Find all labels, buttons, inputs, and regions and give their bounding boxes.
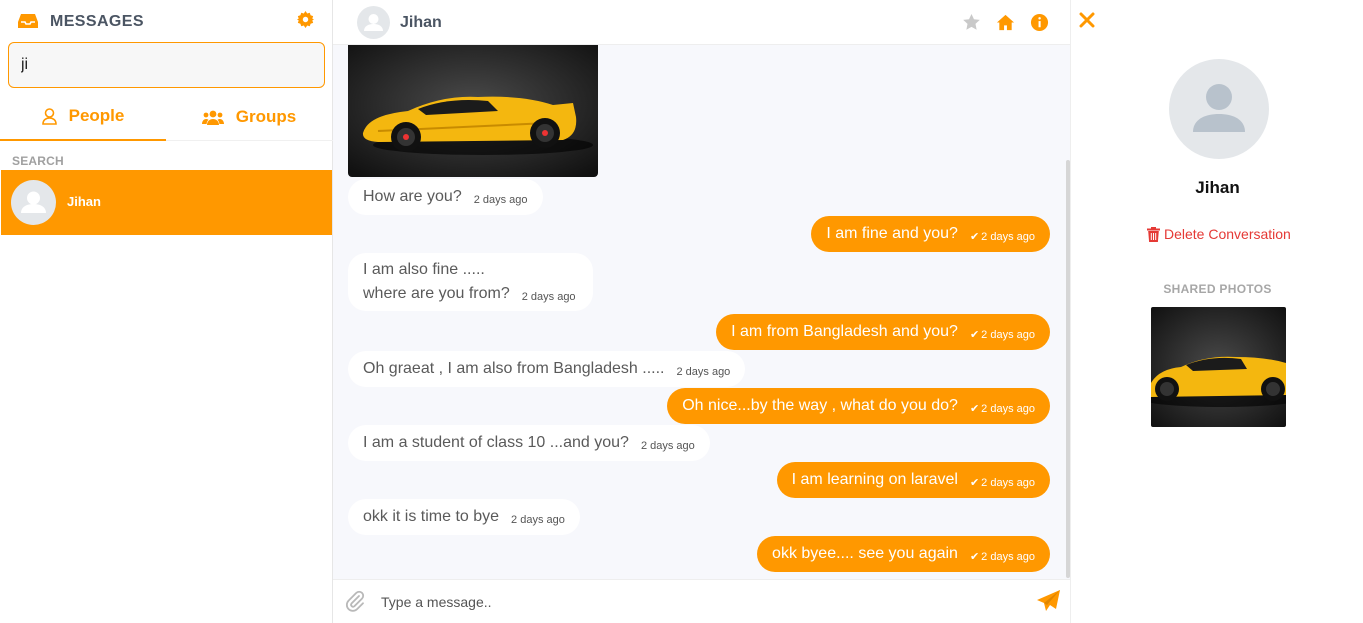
message-incoming: I am a student of class 10 ...and you? 2 … xyxy=(348,425,710,461)
message-text: where are you from? xyxy=(363,285,510,302)
message-image-car[interactable] xyxy=(348,45,598,177)
message-time: 2 days ago xyxy=(640,440,695,452)
message-text: okk byee.... see you again xyxy=(772,545,958,562)
contact-tabs: People Groups xyxy=(0,93,333,141)
message-time: 2 days ago xyxy=(521,291,576,303)
message-time: 2 days ago xyxy=(511,514,565,526)
app-title: MESSAGES xyxy=(50,13,144,30)
contacts-sidebar: MESSAGES People xyxy=(0,0,333,623)
message-text: I am learning on laravel xyxy=(791,471,958,488)
message-text: Oh nice...by the way , what do you do? xyxy=(682,397,958,414)
home-icon[interactable] xyxy=(996,13,1015,32)
message-time: 2 days ago xyxy=(981,551,1035,563)
message-incoming: I am also fine ..... where are you from?… xyxy=(348,253,593,311)
message-input[interactable] xyxy=(373,588,1013,616)
double-check-icon: ✔ xyxy=(969,231,980,243)
user-placeholder-icon xyxy=(1193,84,1245,132)
message-outgoing: I am from Bangladesh and you? ✔ 2 days ago xyxy=(716,314,1050,350)
message-incoming: How are you? 2 days ago xyxy=(348,179,543,215)
double-check-icon: ✔ xyxy=(969,477,980,489)
message-time: 2 days ago xyxy=(981,477,1035,489)
avatar xyxy=(1169,59,1269,159)
message-text: I am also fine ..... xyxy=(363,261,485,278)
settings-gear-icon[interactable] xyxy=(297,11,314,28)
chat-header: Jihan xyxy=(333,0,1070,45)
user-placeholder-icon xyxy=(21,191,46,213)
user-placeholder-icon xyxy=(364,14,383,31)
message-time: 2 days ago xyxy=(981,403,1035,415)
chat-contact-name: Jihan xyxy=(400,14,442,31)
message-outgoing: I am fine and you? ✔ 2 days ago xyxy=(811,216,1050,252)
star-icon[interactable] xyxy=(962,13,981,32)
trash-icon xyxy=(1147,226,1160,242)
delete-conversation-button[interactable]: Delete Conversation xyxy=(1147,226,1291,242)
tab-groups[interactable]: Groups xyxy=(166,93,332,141)
message-text: I am from Bangladesh and you? xyxy=(731,323,958,340)
chat-panel: Jihan How are you? 2 days ago I am fine … xyxy=(333,0,1070,623)
message-text: Oh graeat , I am also from Bangladesh ..… xyxy=(363,360,665,377)
message-incoming: Oh graeat , I am also from Bangladesh ..… xyxy=(348,351,746,387)
shared-photo-thumbnail[interactable] xyxy=(1151,307,1286,427)
shared-photos-label: SHARED PHOTOS xyxy=(1163,282,1272,296)
paperclip-icon[interactable] xyxy=(344,590,366,612)
user-icon xyxy=(41,107,57,125)
messenger-app: MESSAGES People xyxy=(0,0,1363,623)
message-incoming: okk it is time to bye 2 days ago xyxy=(348,499,580,535)
message-text: I am fine and you? xyxy=(826,225,958,242)
close-icon[interactable] xyxy=(1079,12,1095,28)
inbox-icon xyxy=(18,14,38,28)
contact-info-panel: Jihan Delete Conversation SHARED PHOTOS xyxy=(1070,0,1363,623)
message-list: How are you? 2 days ago I am fine and you… xyxy=(333,45,1070,579)
message-outgoing: okk byee.... see you again ✔ 2 days ago xyxy=(757,536,1050,572)
message-outgoing: Oh nice...by the way , what do you do? ✔ 2… xyxy=(667,388,1050,424)
send-icon[interactable] xyxy=(1036,589,1061,613)
delete-conversation-label: Delete Conversation xyxy=(1164,226,1291,242)
message-time: 2 days ago xyxy=(981,329,1035,341)
message-text: I am a student of class 10 ...and you? xyxy=(363,434,629,451)
info-contact-name: Jihan xyxy=(1195,178,1240,197)
tab-groups-label: Groups xyxy=(235,107,297,126)
double-check-icon: ✔ xyxy=(969,329,980,341)
info-icon[interactable] xyxy=(1030,13,1049,32)
message-outgoing: I am learning on laravel ✔ 2 days ago xyxy=(776,462,1050,498)
message-time: 2 days ago xyxy=(981,231,1035,243)
double-check-icon: ✔ xyxy=(969,403,980,415)
users-icon xyxy=(201,110,224,125)
search-section-label: SEARCH xyxy=(12,154,64,168)
message-time: 2 days ago xyxy=(473,194,528,206)
message-time: 2 days ago xyxy=(676,366,731,378)
tab-people-label: People xyxy=(68,106,125,125)
message-text: okk it is time to bye xyxy=(363,508,500,525)
contact-name: Jihan xyxy=(67,194,101,209)
sidebar-header: MESSAGES xyxy=(0,0,333,42)
message-text: How are you? xyxy=(363,188,462,205)
contact-list-item[interactable]: Jihan xyxy=(1,170,332,235)
search-input[interactable] xyxy=(8,42,325,88)
tab-people[interactable]: People xyxy=(0,93,166,141)
double-check-icon: ✔ xyxy=(969,551,980,563)
avatar xyxy=(357,6,390,39)
avatar xyxy=(11,180,56,225)
message-composer xyxy=(333,579,1070,623)
